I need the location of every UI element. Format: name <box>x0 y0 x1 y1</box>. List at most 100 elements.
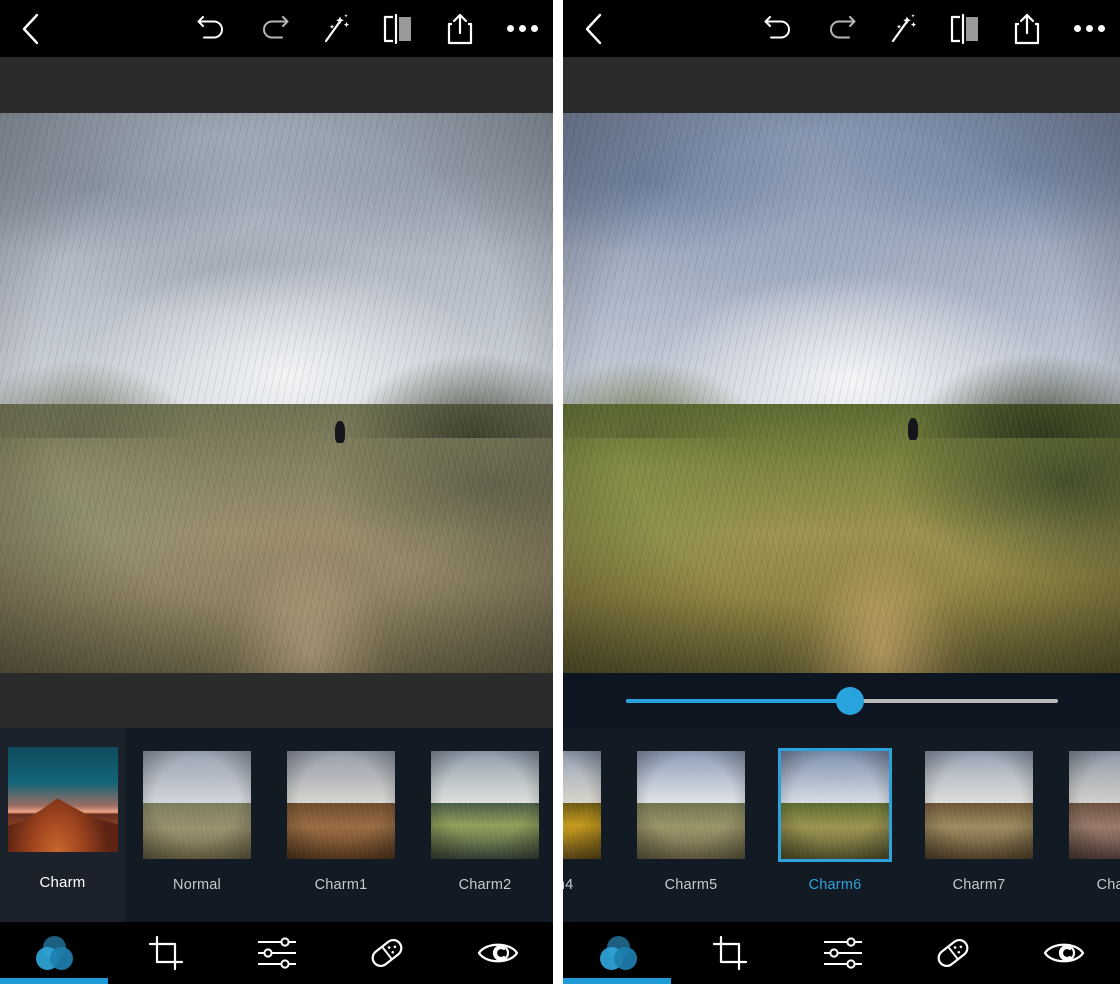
ellipsis-dots <box>506 25 538 32</box>
top-toolbar-right <box>563 0 1120 57</box>
preset-preview-image <box>637 751 745 859</box>
look-category-card[interactable]: Charm <box>0 728 125 922</box>
preset-thumbnail[interactable] <box>922 748 1036 862</box>
preset-label: Charm7 <box>952 877 1006 893</box>
preset-label: Charm6 <box>808 877 862 893</box>
compare-before-after-icon-right[interactable] <box>934 0 996 57</box>
ellipsis-dots-right <box>1073 25 1105 32</box>
slider-fill <box>625 698 851 703</box>
letterbox-top-left <box>0 57 553 113</box>
preview-vignette <box>1069 751 1120 859</box>
nav-item-crop[interactable] <box>111 922 222 984</box>
phone-screen-left: Charm Normal Charm1 Charm2 <box>0 0 553 984</box>
eye-icon-right <box>1044 943 1085 963</box>
preset-thumbnail[interactable] <box>284 748 398 862</box>
looks-icon-right <box>599 936 638 970</box>
preview-vignette <box>287 751 395 859</box>
preset-preview-image <box>1069 751 1120 859</box>
back-button[interactable] <box>0 0 62 57</box>
preset-preview-image <box>925 751 1033 859</box>
preset-preview-image <box>431 751 539 859</box>
looks-strip-right[interactable]: Charm4 Charm5 Charm6 Charm7 Charm8 <box>563 728 1120 922</box>
preset-preview-image <box>287 751 395 859</box>
auto-enhance-icon[interactable] <box>305 0 367 57</box>
nav-item-healing[interactable] <box>332 922 443 984</box>
letterbox-bottom-left <box>0 673 553 728</box>
preset-label: Charm1 <box>314 877 368 893</box>
sliders-icon <box>258 937 297 969</box>
redo-button[interactable] <box>243 0 305 57</box>
preset-thumbnail[interactable] <box>634 748 748 862</box>
preview-vignette <box>431 751 539 859</box>
sliders-icon-right <box>823 937 862 969</box>
intensity-slider-row[interactable] <box>563 673 1120 728</box>
share-icon[interactable] <box>429 0 491 57</box>
nav-item-adjustments[interactable] <box>221 922 332 984</box>
preview-vignette <box>925 751 1033 859</box>
preset-preview-image <box>563 751 601 859</box>
share-icon-right[interactable] <box>996 0 1058 57</box>
eye-icon <box>477 943 518 963</box>
bottom-nav-right[interactable] <box>563 922 1120 984</box>
undo-button[interactable] <box>181 0 243 57</box>
nav-item-crop-right[interactable] <box>674 922 785 984</box>
undo-button-right[interactable] <box>748 0 810 57</box>
auto-enhance-icon-right[interactable] <box>872 0 934 57</box>
category-thumbnail <box>7 747 118 852</box>
nav-item-looks[interactable] <box>0 922 111 984</box>
nav-item-red-eye-right[interactable] <box>1009 922 1120 984</box>
preset-thumbnail[interactable] <box>778 748 892 862</box>
toolbar-actions <box>181 0 553 57</box>
preset-item[interactable]: Charm8 <box>1051 728 1120 922</box>
preset-item[interactable]: Charm6 <box>763 728 907 922</box>
preset-label: Charm4 <box>563 877 574 893</box>
preset-item[interactable]: Charm2 <box>413 728 553 922</box>
preset-label: Charm2 <box>458 877 512 893</box>
nav-item-healing-right[interactable] <box>897 922 1008 984</box>
nav-item-adjustments-right[interactable] <box>786 922 897 984</box>
preset-thumbnail[interactable] <box>563 748 604 862</box>
panel-divider <box>553 0 563 984</box>
preset-label: Charm8 <box>1096 877 1120 893</box>
category-mountain-shape <box>7 798 118 852</box>
slider-thumb[interactable] <box>836 686 865 715</box>
crop-icon <box>148 935 183 971</box>
looks-strip-left[interactable]: Charm Normal Charm1 Charm2 <box>0 728 553 922</box>
preset-label: Charm5 <box>664 877 718 893</box>
phone-screen-right: Charm4 Charm5 Charm6 Charm7 Charm8 <box>563 0 1120 984</box>
preview-vignette <box>143 751 251 859</box>
intensity-slider[interactable] <box>625 686 1058 715</box>
nav-item-looks-right[interactable] <box>563 922 674 984</box>
preset-thumbnail[interactable] <box>1066 748 1120 862</box>
looks-icon <box>36 936 74 970</box>
crop-icon-right <box>713 935 748 971</box>
bandage-icon-right <box>937 938 969 968</box>
back-button-right[interactable] <box>563 0 625 57</box>
more-options-icon-right[interactable] <box>1058 0 1120 57</box>
preset-item[interactable]: Charm5 <box>619 728 763 922</box>
photo-vignette-right <box>563 113 1120 673</box>
photo-vignette <box>0 113 553 673</box>
preview-vignette <box>563 751 601 859</box>
redo-button-right[interactable] <box>810 0 872 57</box>
preset-item[interactable]: Charm4 <box>563 728 619 922</box>
nav-item-red-eye[interactable] <box>442 922 553 984</box>
preset-item[interactable]: Normal <box>125 728 269 922</box>
preset-thumbnail[interactable] <box>428 748 542 862</box>
active-tab-indicator <box>0 978 108 984</box>
photo-canvas-original[interactable] <box>0 113 553 673</box>
compare-before-after-icon[interactable] <box>367 0 429 57</box>
toolbar-actions-right <box>748 0 1120 57</box>
top-toolbar <box>0 0 553 57</box>
photo-canvas-filtered[interactable] <box>563 113 1120 673</box>
preset-list-right[interactable]: Charm4 Charm5 Charm6 Charm7 Charm8 <box>563 728 1120 922</box>
preset-thumbnail[interactable] <box>140 748 254 862</box>
more-options-icon[interactable] <box>491 0 553 57</box>
active-tab-indicator-right <box>563 978 671 984</box>
preset-item[interactable]: Charm7 <box>907 728 1051 922</box>
bottom-nav-left[interactable] <box>0 922 553 984</box>
preset-item[interactable]: Charm1 <box>269 728 413 922</box>
preset-preview-image <box>781 751 889 859</box>
preset-preview-image <box>143 751 251 859</box>
preset-list-left[interactable]: Normal Charm1 Charm2 <box>125 728 553 922</box>
